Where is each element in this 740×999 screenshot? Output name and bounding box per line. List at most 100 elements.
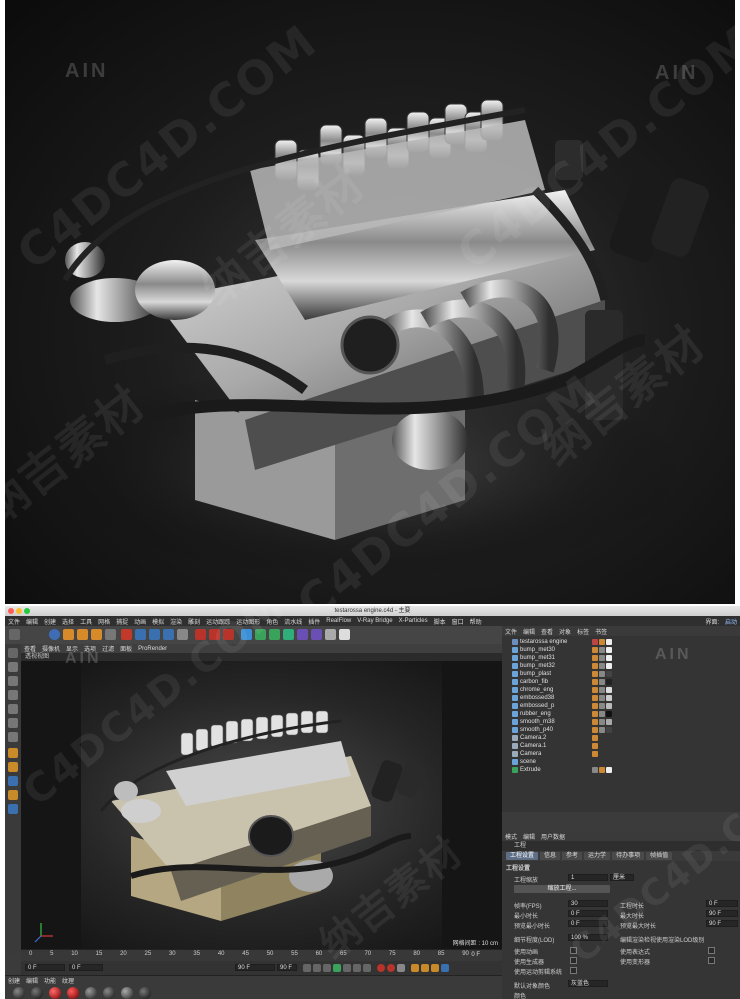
live-select-icon[interactable] bbox=[49, 629, 60, 640]
object-menu-tags[interactable]: 标签 bbox=[574, 627, 592, 636]
menu-x-particles[interactable]: X-Particles bbox=[396, 618, 431, 624]
floor-icon[interactable] bbox=[311, 629, 322, 640]
material-swatch[interactable] bbox=[13, 987, 25, 999]
z-lock-icon[interactable] bbox=[163, 629, 174, 640]
layout-select[interactable]: 启动 bbox=[722, 617, 740, 626]
previous-key-icon[interactable] bbox=[313, 964, 321, 972]
preview-max-field[interactable]: 90 F bbox=[706, 920, 738, 927]
tab-reference[interactable]: 参考 bbox=[562, 852, 583, 860]
default-color-select[interactable]: 灰蓝色 bbox=[568, 980, 608, 987]
material-swatch[interactable] bbox=[121, 987, 133, 999]
object-menu-edit[interactable]: 编辑 bbox=[520, 627, 538, 636]
perspective-viewport[interactable]: 网格间距 : 10 cm bbox=[21, 661, 502, 949]
preview-end-field[interactable]: 90 F bbox=[277, 964, 297, 971]
tab-project-settings[interactable]: 工程设置 bbox=[506, 852, 539, 860]
viewport-menu-prorender[interactable]: ProRender bbox=[135, 646, 170, 652]
rotate-icon[interactable] bbox=[91, 629, 102, 640]
previous-frame-icon[interactable] bbox=[323, 964, 331, 972]
object-menu-bookmarks[interactable]: 书签 bbox=[592, 627, 610, 636]
object-row[interactable]: rubber_eng bbox=[502, 710, 740, 718]
menu-create[interactable]: 创建 bbox=[41, 617, 59, 626]
use-expressions-checkbox[interactable] bbox=[708, 947, 715, 954]
go-to-end-icon[interactable] bbox=[363, 964, 371, 972]
object-row[interactable]: chrome_eng bbox=[502, 686, 740, 694]
tab-info[interactable]: 信息 bbox=[540, 852, 561, 860]
deformer-icon[interactable] bbox=[297, 629, 308, 640]
object-row[interactable]: Camera.2 bbox=[502, 734, 740, 742]
object-row[interactable]: carbon_fib bbox=[502, 678, 740, 686]
material-menu-function[interactable]: 功能 bbox=[41, 976, 59, 985]
material-menu-texture[interactable]: 纹理 bbox=[59, 976, 77, 985]
object-row[interactable]: smooth_m38 bbox=[502, 718, 740, 726]
close-window-icon[interactable] bbox=[8, 608, 14, 614]
parameter-key-icon[interactable] bbox=[441, 964, 449, 972]
next-key-icon[interactable] bbox=[353, 964, 361, 972]
menu-animate[interactable]: 动画 bbox=[131, 617, 149, 626]
material-swatch[interactable] bbox=[49, 987, 61, 999]
object-row[interactable]: Camera.1 bbox=[502, 742, 740, 750]
position-key-icon[interactable] bbox=[411, 964, 419, 972]
coordinate-system-icon[interactable] bbox=[177, 629, 188, 640]
use-motion-system-checkbox[interactable] bbox=[570, 967, 577, 974]
rotation-key-icon[interactable] bbox=[431, 964, 439, 972]
points-mode-icon[interactable] bbox=[8, 704, 18, 714]
material-swatch[interactable] bbox=[139, 987, 151, 999]
menu-render[interactable]: 渲染 bbox=[167, 617, 185, 626]
material-menu-create[interactable]: 创建 bbox=[5, 976, 23, 985]
lock-workplane-icon[interactable] bbox=[8, 790, 18, 800]
attribute-menu-user-data[interactable]: 用户数据 bbox=[538, 832, 568, 841]
menu-snap[interactable]: 捕捉 bbox=[113, 617, 131, 626]
move-icon[interactable] bbox=[63, 629, 74, 640]
menu-select[interactable]: 选择 bbox=[59, 617, 77, 626]
undo-icon[interactable] bbox=[9, 629, 20, 640]
texture-mode-icon[interactable] bbox=[8, 676, 18, 686]
attribute-menu-mode[interactable]: 模式 bbox=[502, 832, 520, 841]
solo-icon[interactable] bbox=[8, 804, 18, 814]
object-row[interactable]: bump_met30 bbox=[502, 646, 740, 654]
object-row[interactable]: embossed_p bbox=[502, 702, 740, 710]
make-editable-icon[interactable] bbox=[8, 648, 18, 658]
object-menu-view[interactable]: 查看 bbox=[538, 627, 556, 636]
max-time-field[interactable]: 90 F bbox=[706, 910, 738, 917]
object-row[interactable]: smooth_p40 bbox=[502, 726, 740, 734]
edges-mode-icon[interactable] bbox=[8, 718, 18, 728]
menu-edit[interactable]: 编辑 bbox=[23, 617, 41, 626]
recent-tool-icon[interactable] bbox=[105, 629, 116, 640]
viewport-menu-view[interactable]: 查看 bbox=[21, 644, 39, 653]
object-row[interactable]: Extrude bbox=[502, 766, 740, 774]
go-to-start-icon[interactable] bbox=[303, 964, 311, 972]
preview-start-field[interactable]: 0 F bbox=[69, 964, 103, 971]
x-lock-icon[interactable] bbox=[135, 629, 146, 640]
use-generators-checkbox[interactable] bbox=[570, 957, 577, 964]
menu-realflow[interactable]: RealFlow bbox=[323, 618, 354, 624]
object-row[interactable]: bump_plast bbox=[502, 670, 740, 678]
light-icon[interactable] bbox=[339, 629, 350, 640]
object-row[interactable]: embossed38 bbox=[502, 694, 740, 702]
camera-icon[interactable] bbox=[325, 629, 336, 640]
end-frame-field[interactable]: 90 F bbox=[235, 964, 275, 971]
project-scale-unit[interactable]: 厘米 bbox=[610, 874, 634, 881]
material-swatch[interactable] bbox=[67, 987, 79, 999]
object-row[interactable]: bump_met31 bbox=[502, 654, 740, 662]
menu-help[interactable]: 帮助 bbox=[467, 617, 485, 626]
viewport-menu-cameras[interactable]: 摄像机 bbox=[39, 644, 63, 653]
start-frame-field[interactable]: 0 F bbox=[25, 964, 65, 971]
tweak-mode-icon[interactable] bbox=[8, 762, 18, 772]
model-mode-icon[interactable] bbox=[8, 662, 18, 672]
material-swatch[interactable] bbox=[85, 987, 97, 999]
viewport-menu-filter[interactable]: 过滤 bbox=[99, 644, 117, 653]
menu-sculpt[interactable]: 雕刻 bbox=[185, 617, 203, 626]
keyframe-selection-icon[interactable] bbox=[397, 964, 405, 972]
use-deformers-checkbox[interactable] bbox=[708, 957, 715, 964]
menu-vray-bridge[interactable]: V-Ray Bridge bbox=[354, 618, 395, 624]
viewport-menu-panel[interactable]: 面板 bbox=[117, 644, 135, 653]
fps-field[interactable]: 30 bbox=[568, 900, 608, 907]
scale-key-icon[interactable] bbox=[421, 964, 429, 972]
array-icon[interactable] bbox=[283, 629, 294, 640]
object-menu-file[interactable]: 文件 bbox=[502, 627, 520, 636]
x-axis-icon[interactable] bbox=[121, 629, 132, 640]
project-scale-field[interactable]: 1 bbox=[568, 874, 608, 881]
material-menu-edit[interactable]: 编辑 bbox=[23, 976, 41, 985]
tab-todo[interactable]: 待办事项 bbox=[612, 852, 645, 860]
menu-tools[interactable]: 工具 bbox=[77, 617, 95, 626]
